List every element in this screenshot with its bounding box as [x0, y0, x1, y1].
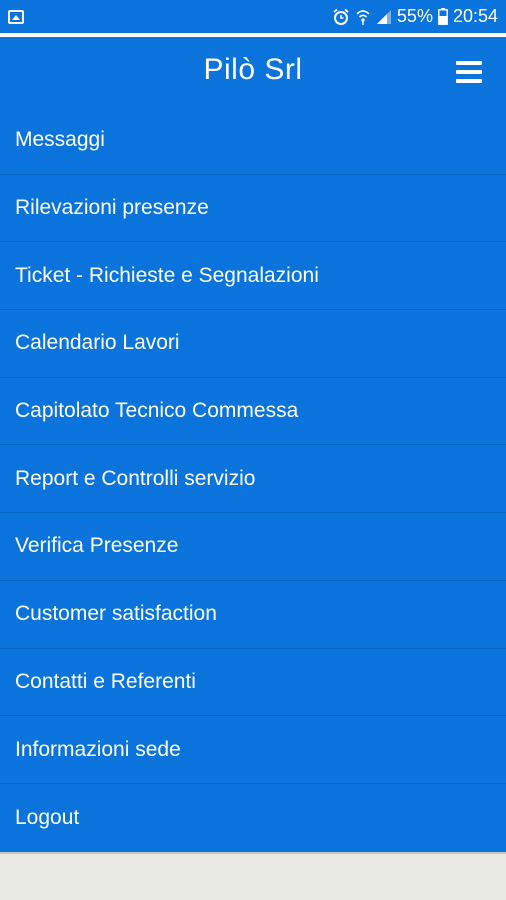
- menu-bar-line: [456, 79, 482, 83]
- navigation-menu: Messaggi Rilevazioni presenze Ticket - R…: [0, 107, 506, 852]
- menu-item-rilevazioni-presenze[interactable]: Rilevazioni presenze: [0, 175, 506, 243]
- status-bar: 55% 20:54: [0, 0, 506, 33]
- menu-item-capitolato-tecnico[interactable]: Capitolato Tecnico Commessa: [0, 378, 506, 446]
- gallery-icon: [8, 9, 24, 24]
- status-right: 55% 20:54: [332, 6, 498, 27]
- app-title: Pilò Srl: [203, 53, 303, 86]
- menu-item-contatti-referenti[interactable]: Contatti e Referenti: [0, 649, 506, 717]
- menu-item-informazioni-sede[interactable]: Informazioni sede: [0, 716, 506, 784]
- menu-bar-line: [456, 61, 482, 65]
- menu-item-calendario-lavori[interactable]: Calendario Lavori: [0, 310, 506, 378]
- hamburger-menu-icon[interactable]: [456, 61, 482, 83]
- wifi-icon: [356, 9, 370, 25]
- app-bar: Pilò Srl: [0, 37, 506, 107]
- battery-icon: [438, 8, 448, 25]
- menu-item-logout[interactable]: Logout: [0, 784, 506, 852]
- menu-item-verifica-presenze[interactable]: Verifica Presenze: [0, 513, 506, 581]
- menu-item-messaggi[interactable]: Messaggi: [0, 107, 506, 175]
- menu-item-report-controlli[interactable]: Report e Controlli servizio: [0, 445, 506, 514]
- status-left: [8, 9, 24, 24]
- content-divider: [0, 852, 506, 854]
- clock: 20:54: [452, 6, 498, 26]
- battery-percent: 55%: [396, 6, 433, 26]
- alarm-icon: [333, 8, 349, 25]
- menu-item-ticket[interactable]: Ticket - Richieste e Segnalazioni: [0, 242, 506, 311]
- signal-icon: [376, 9, 391, 24]
- menu-bar-line: [456, 70, 482, 74]
- menu-item-customer-satisfaction[interactable]: Customer satisfaction: [0, 581, 506, 649]
